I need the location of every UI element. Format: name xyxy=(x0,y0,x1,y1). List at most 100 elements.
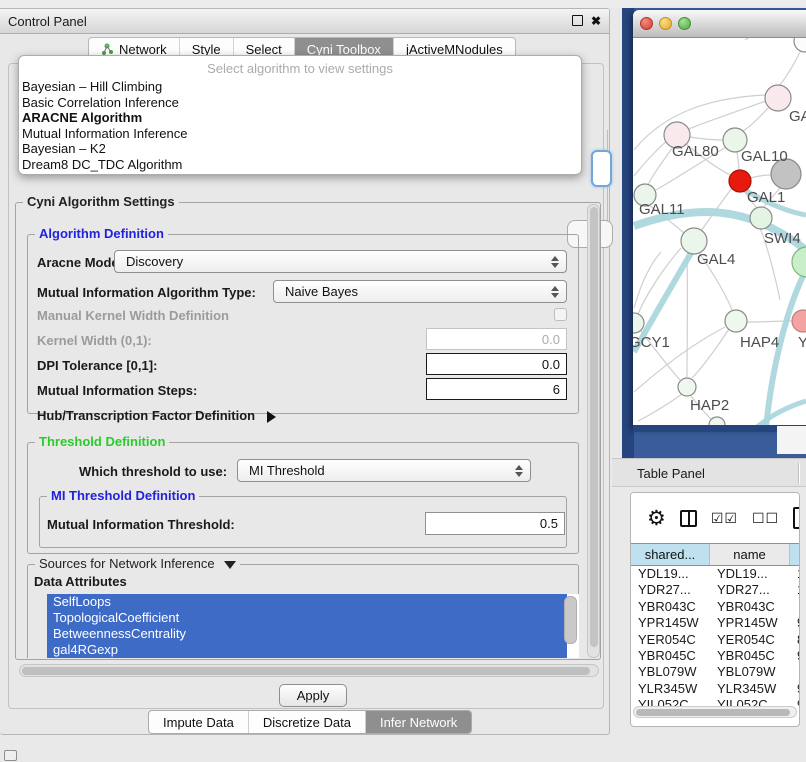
close-icon[interactable]: ✖ xyxy=(591,15,601,27)
kernel-width-label: Kernel Width (0,1): xyxy=(37,333,152,348)
control-panel-titlebar[interactable]: Control Panel ✖ xyxy=(0,9,609,34)
network-view-window[interactable]: GALGAL80GAL10GAL1GAL11SWI4GAL4GCY1HAP4YH… xyxy=(633,10,806,428)
gear-icon[interactable]: ⚙ xyxy=(647,508,666,529)
mi-steps-label: Mutual Information Steps: xyxy=(37,383,197,398)
docked-panel-icon[interactable] xyxy=(4,750,17,761)
table-cell: YPR145W xyxy=(631,615,710,631)
table-row[interactable]: YLR345WYLR345W9. xyxy=(631,681,800,697)
network-edge xyxy=(638,394,682,421)
kernel-width-field[interactable]: 0.0 xyxy=(426,328,567,350)
network-node[interactable] xyxy=(792,310,806,332)
split-pane-icon[interactable] xyxy=(680,510,697,527)
network-node[interactable] xyxy=(794,38,806,52)
table-row[interactable]: YPR145WYPR145W9. xyxy=(631,615,800,631)
table-row[interactable]: YDL19...YDL19...13 xyxy=(631,566,800,582)
algorithm-combo-fragment[interactable] xyxy=(591,150,612,187)
minimize-traffic-light-icon[interactable] xyxy=(659,17,672,30)
attribute-item[interactable]: gal4RGexp xyxy=(47,642,567,658)
cyni-algorithm-settings-title: Cyni Algorithm Settings xyxy=(23,194,179,209)
table-cell: YDL19... xyxy=(710,566,790,582)
table-cell: 13 xyxy=(790,566,800,582)
attribute-item[interactable]: BetweennessCentrality xyxy=(47,626,567,642)
settings-vscrollbar[interactable] xyxy=(587,204,600,658)
page-icon[interactable] xyxy=(793,507,800,529)
dpi-tolerance-field[interactable]: 0.0 xyxy=(426,353,567,375)
attribute-item[interactable]: SelfLoops xyxy=(47,594,567,610)
table-cell: 9. xyxy=(790,648,800,664)
float-window-icon[interactable] xyxy=(572,15,583,26)
network-graph-canvas[interactable]: GALGAL80GAL10GAL1GAL11SWI4GAL4GCY1HAP4YH… xyxy=(633,38,806,428)
settings-hscrollbar-thumb[interactable] xyxy=(22,667,590,675)
zoom-traffic-light-icon[interactable] xyxy=(678,17,691,30)
column-header-name[interactable]: name xyxy=(710,544,790,565)
network-edge xyxy=(743,108,768,131)
sources-title[interactable]: Sources for Network Inference xyxy=(35,556,240,571)
algorithm-item[interactable]: Basic Correlation Inference xyxy=(19,95,581,111)
tab-discretize-data[interactable]: Discretize Data xyxy=(249,711,366,733)
network-node[interactable] xyxy=(725,310,747,332)
algorithm-item[interactable]: Bayesian – Hill Climbing xyxy=(19,79,581,95)
network-node[interactable] xyxy=(750,207,772,229)
expand-arrow-icon[interactable] xyxy=(267,411,276,423)
network-node[interactable] xyxy=(792,247,806,277)
table-row[interactable]: YER054CYER054C8. xyxy=(631,632,800,648)
network-node[interactable] xyxy=(765,85,791,111)
collapse-arrow-icon[interactable] xyxy=(224,561,236,569)
attribute-item[interactable]: TopologicalCoefficient xyxy=(47,610,567,626)
network-node-label: GAL1 xyxy=(747,189,785,206)
algorithm-item[interactable]: Bayesian – K2 xyxy=(19,141,581,157)
table-cell: YDR27... xyxy=(710,582,790,598)
mi-steps-field[interactable]: 6 xyxy=(426,378,567,400)
column-header-clipped[interactable] xyxy=(790,544,800,565)
table-hscrollbar-thumb[interactable] xyxy=(636,709,790,716)
close-traffic-light-icon[interactable] xyxy=(640,17,653,30)
manual-kernel-width-checkbox[interactable] xyxy=(554,308,567,321)
table-panel-header[interactable]: Table Panel xyxy=(612,458,806,487)
spinner-icon xyxy=(515,465,523,477)
apply-button[interactable]: Apply xyxy=(279,684,347,707)
hub-definition-toggle[interactable]: Hub/Transcription Factor Definition xyxy=(37,408,276,423)
network-window-titlebar[interactable] xyxy=(633,10,806,38)
table-row[interactable]: YBR045CYBR045C9. xyxy=(631,648,800,664)
tab-impute-data[interactable]: Impute Data xyxy=(149,711,249,733)
network-node-label: HAP2 xyxy=(690,397,729,414)
algorithm-item[interactable]: ARACNE Algorithm xyxy=(19,110,581,126)
table-panel-title: Table Panel xyxy=(637,466,705,481)
mi-algorithm-type-label: Mutual Information Algorithm Type: xyxy=(37,285,256,300)
network-edge xyxy=(750,175,771,178)
network-node[interactable] xyxy=(633,313,644,333)
bottom-tabbar: Impute DataDiscretize DataInfer Network xyxy=(148,710,472,734)
table-cell xyxy=(790,599,800,615)
hub-definition-label: Hub/Transcription Factor Definition xyxy=(37,408,255,423)
network-edge-highlighted xyxy=(756,401,806,428)
algorithm-popup-items: Bayesian – Hill ClimbingBasic Correlatio… xyxy=(19,79,581,172)
table-cell: YER054C xyxy=(710,632,790,648)
settings-hscrollbar[interactable] xyxy=(19,664,599,677)
aracne-mode-value: Discovery xyxy=(126,254,183,269)
dpi-tolerance-label: DPI Tolerance [0,1]: xyxy=(37,358,157,373)
table-row[interactable]: YBR043CYBR043C xyxy=(631,599,800,615)
table-row[interactable]: YDR27...YDR27...12 xyxy=(631,582,800,598)
table-row[interactable]: YBL079WYBL079W xyxy=(631,664,800,680)
unchecked-pair-icon[interactable]: ☐☐ xyxy=(752,510,779,527)
table-row[interactable]: YIL052CYIL052C9 xyxy=(631,697,800,706)
algorithm-definition-title: Algorithm Definition xyxy=(35,226,168,241)
table-hscrollbar[interactable] xyxy=(633,706,797,718)
which-threshold-combo[interactable]: MI Threshold xyxy=(237,459,531,482)
data-attributes-list[interactable]: SelfLoopsTopologicalCoefficientBetweenne… xyxy=(47,594,579,658)
mi-threshold-label: Mutual Information Threshold: xyxy=(47,517,235,532)
checked-pair-icon[interactable]: ☑☑ xyxy=(711,510,738,527)
algorithm-item[interactable]: Dream8 DC_TDC Algorithm xyxy=(19,157,581,173)
mi-algorithm-type-combo[interactable]: Naive Bayes xyxy=(273,280,567,303)
column-header-shared...[interactable]: shared... xyxy=(631,544,710,565)
mi-threshold-field[interactable]: 0.5 xyxy=(425,512,565,535)
node-table: shared...name xyxy=(631,543,800,566)
network-node-label: GAL80 xyxy=(672,143,719,160)
aracne-mode-combo[interactable]: Discovery xyxy=(114,250,567,273)
settings-vscrollbar-thumb[interactable] xyxy=(590,207,598,647)
tab-infer-network[interactable]: Infer Network xyxy=(366,711,471,733)
network-node[interactable] xyxy=(678,378,696,396)
attributes-scrollbar[interactable] xyxy=(564,596,577,644)
control-panel-title: Control Panel xyxy=(8,14,87,29)
algorithm-item[interactable]: Mutual Information Inference xyxy=(19,126,581,142)
